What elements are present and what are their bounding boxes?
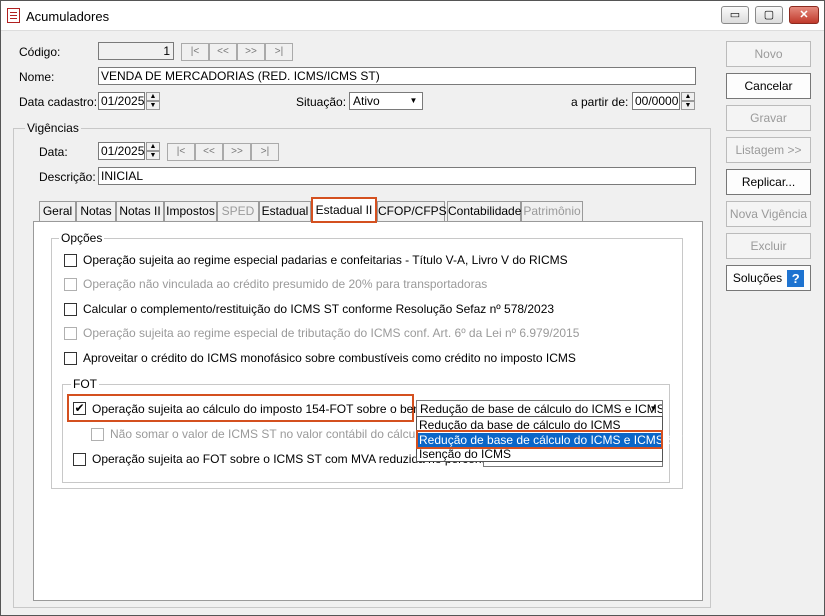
tab-impostos[interactable]: Impostos: [164, 201, 217, 221]
credito-presumido-checkbox: [64, 278, 77, 291]
fot-title: FOT: [71, 377, 99, 391]
listagem-button: Listagem >>: [726, 137, 811, 163]
next-record-button[interactable]: >>: [237, 43, 265, 61]
novo-button: Novo: [726, 41, 811, 67]
spin-up-icon[interactable]: ▲: [146, 92, 160, 101]
tab-sped: SPED: [217, 201, 259, 221]
spin-up-icon[interactable]: ▲: [681, 92, 695, 101]
cancelar-button[interactable]: Cancelar: [726, 73, 811, 99]
vigencia-data-label: Data:: [39, 145, 68, 159]
tab-notas[interactable]: Notas: [76, 201, 116, 221]
solucoes-button[interactable]: Soluções?: [726, 265, 811, 291]
selected-option-highlight: [416, 430, 663, 449]
close-button[interactable]: ✕: [789, 6, 819, 24]
a-partir-field[interactable]: 00/0000: [632, 92, 680, 110]
beneficio-value: Redução de base de cálculo do ICMS e ICM…: [420, 402, 663, 416]
vigencia-navigator: |< << >> >|: [167, 143, 279, 161]
data-cadastro-field[interactable]: 01/2025: [98, 92, 145, 110]
minimize-button[interactable]: ▭: [721, 6, 749, 24]
title-bar[interactable]: Acumuladores ▭ ▢ ✕: [1, 1, 824, 31]
monofasico-checkbox[interactable]: [64, 352, 77, 365]
window-title: Acumuladores: [26, 9, 110, 24]
situacao-label: Situação:: [296, 95, 347, 109]
beneficio-option-isencao[interactable]: Isenção do ICMS: [417, 447, 662, 462]
complemento-icms-st-checkbox[interactable]: [64, 303, 77, 316]
nao-somar-icms-st-checkbox: [91, 428, 104, 441]
document-icon: [7, 8, 20, 23]
nome-label: Nome:: [19, 70, 55, 84]
vigencia-data-field[interactable]: 01/2025: [98, 142, 145, 160]
credito-presumido-label: Operação não vinculada ao crédito presum…: [83, 277, 488, 291]
nova-vigencia-button: Nova Vigência: [726, 201, 811, 227]
descricao-label: Descrição:: [39, 170, 96, 184]
vigencias-title: Vigências: [25, 121, 81, 135]
first-record-button[interactable]: |<: [181, 43, 209, 61]
codigo-field[interactable]: 1: [98, 42, 174, 60]
padarias-label: Operação sujeita ao regime especial pada…: [83, 253, 568, 267]
a-partir-label: a partir de:: [571, 95, 629, 109]
padarias-checkbox[interactable]: [64, 254, 77, 267]
tab-contabilidade[interactable]: Contabilidade: [447, 201, 521, 221]
nao-somar-icms-st-label: Não somar o valor de ICMS ST no valor co…: [110, 427, 456, 441]
data-cadastro-spinner[interactable]: ▲ ▼: [146, 92, 160, 110]
fot-154-label: Operação sujeita ao cálculo do imposto 1…: [92, 402, 452, 416]
spin-down-icon[interactable]: ▼: [146, 101, 160, 110]
replicar-button[interactable]: Replicar...: [726, 169, 811, 195]
tab-estadual[interactable]: Estadual: [259, 201, 311, 221]
fot-mva-checkbox[interactable]: [73, 453, 86, 466]
codigo-label: Código:: [19, 45, 61, 59]
maximize-button[interactable]: ▢: [755, 6, 783, 24]
gravar-button: Gravar: [726, 105, 811, 131]
fot-154-checkbox[interactable]: ✔: [73, 402, 86, 415]
data-cadastro-label: Data cadastro:: [19, 95, 98, 109]
a-partir-spinner[interactable]: ▲ ▼: [681, 92, 695, 110]
last-record-button[interactable]: >|: [265, 43, 293, 61]
excluir-vigencia-button: Excluir Vigência: [726, 233, 811, 277]
last-vigencia-button[interactable]: >|: [251, 143, 279, 161]
first-vigencia-button[interactable]: |<: [167, 143, 195, 161]
previous-vigencia-button[interactable]: <<: [195, 143, 223, 161]
previous-record-button[interactable]: <<: [209, 43, 237, 61]
help-icon: ?: [787, 270, 805, 288]
regime-especial-label: Operação sujeita ao regime especial de t…: [83, 326, 580, 340]
tab-estadual-ii[interactable]: Estadual II: [311, 197, 377, 223]
opcoes-title: Opções: [59, 231, 105, 245]
chevron-down-icon[interactable]: ▼: [646, 402, 661, 416]
tab-patrimonio: Patrimônio: [521, 201, 583, 221]
situacao-select[interactable]: Ativo ▼: [349, 92, 423, 110]
acumuladores-window: Acumuladores ▭ ▢ ✕ Código: 1 |< << >> >|…: [0, 0, 825, 616]
spin-down-icon[interactable]: ▼: [681, 101, 695, 110]
chevron-down-icon[interactable]: ▼: [406, 94, 421, 108]
next-vigencia-button[interactable]: >>: [223, 143, 251, 161]
codigo-navigator: |< << >> >|: [181, 43, 293, 61]
situacao-value: Ativo: [353, 94, 380, 108]
tab-cfop-cfps[interactable]: CFOP/CFPS: [377, 201, 447, 221]
spin-up-icon[interactable]: ▲: [146, 142, 160, 151]
tab-notas-ii[interactable]: Notas II: [116, 201, 164, 221]
solucoes-label: Soluções: [732, 271, 783, 285]
nome-field[interactable]: VENDA DE MERCADORIAS (RED. ICMS/ICMS ST): [98, 67, 696, 85]
tab-geral[interactable]: Geral: [39, 201, 76, 221]
regime-especial-checkbox: [64, 327, 77, 340]
vigencia-data-spinner[interactable]: ▲ ▼: [146, 142, 160, 160]
spin-down-icon[interactable]: ▼: [146, 151, 160, 160]
complemento-icms-st-label: Calcular o complemento/restituição do IC…: [83, 302, 555, 316]
monofasico-label: Aproveitar o crédito do ICMS monofásico …: [83, 351, 576, 365]
descricao-field[interactable]: INICIAL: [98, 167, 696, 185]
